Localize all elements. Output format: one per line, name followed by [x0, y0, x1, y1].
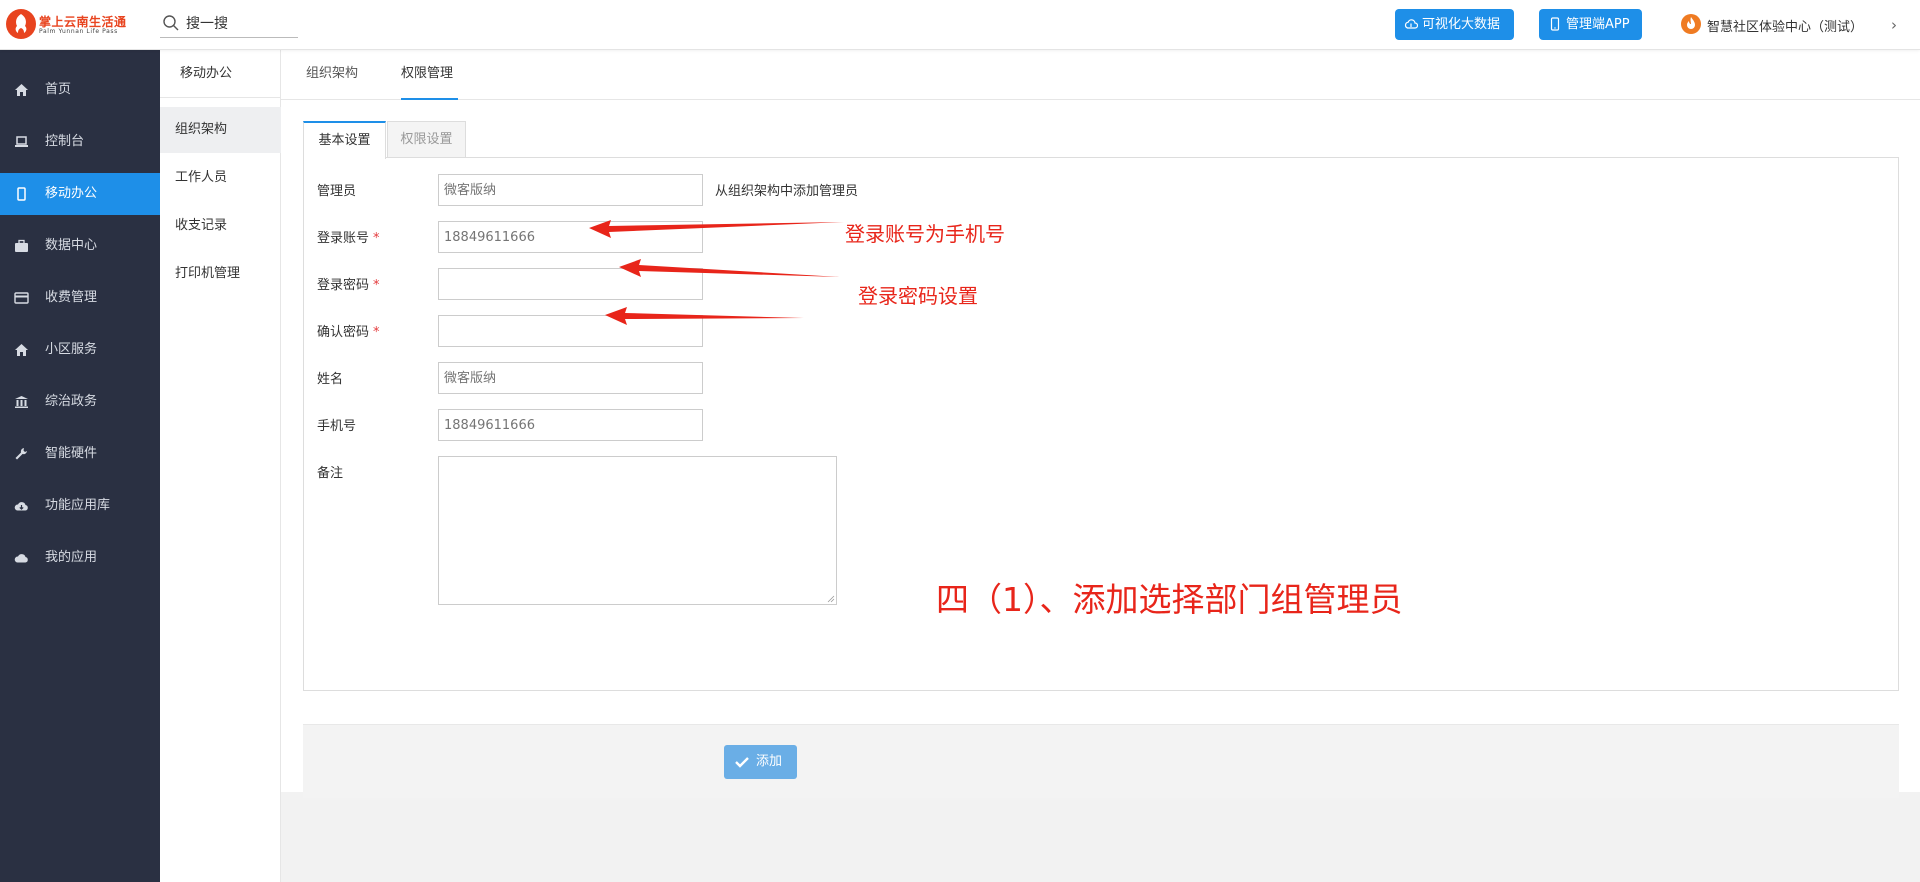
logo-subtitle: Palm Yunnan Life Pass — [39, 28, 118, 35]
confirm-password-label: 确认密码 * — [317, 321, 380, 340]
confirm-password-label-text: 确认密码 — [317, 325, 370, 340]
required-mark: * — [373, 278, 380, 293]
sidebar-item-data-center[interactable]: 数据中心 — [0, 225, 160, 267]
add-button[interactable]: 添加 — [724, 745, 797, 779]
admin-app-button[interactable]: 管理端APP — [1539, 9, 1642, 40]
annotation-arrows — [589, 220, 844, 325]
remark-textarea[interactable] — [438, 456, 837, 605]
sidebar-item-community-service[interactable]: 小区服务 — [0, 329, 160, 371]
sidebar-item-billing[interactable]: 收费管理 — [0, 277, 160, 319]
wrench-icon — [15, 448, 27, 460]
sidebar-item-label: 首页 — [45, 82, 72, 97]
resize-grip-icon[interactable] — [827, 595, 835, 603]
chevron-right-icon: › — [1891, 16, 1897, 34]
remark-label: 备注 — [317, 466, 344, 481]
search-box[interactable]: 搜一搜 — [160, 10, 298, 38]
bank-icon — [15, 396, 28, 408]
add-button-label: 添加 — [756, 754, 783, 769]
tab-permission-settings[interactable]: 权限设置 — [387, 121, 466, 158]
annotation-step-title: 四（1）、添加选择部门组管理员 — [936, 580, 1403, 619]
admin-hint: 从组织架构中添加管理员 — [715, 184, 859, 199]
sidebar-item-label: 移动办公 — [45, 186, 98, 201]
search-label: 搜一搜 — [186, 16, 228, 32]
subnav-item-finance[interactable]: 收支记录 — [160, 203, 281, 249]
briefcase-icon — [15, 239, 28, 252]
subnav-item-printer[interactable]: 打印机管理 — [160, 251, 281, 297]
home-icon — [15, 344, 28, 356]
annotation-account-note: 登录账号为手机号 — [845, 222, 1005, 246]
tab-org-structure[interactable]: 组织架构 — [306, 50, 366, 100]
logo-elephant-icon — [6, 9, 36, 39]
home-icon — [15, 84, 28, 96]
search-icon — [163, 15, 179, 31]
sidebar-item-console[interactable]: 控制台 — [0, 121, 160, 163]
sidebar-item-governance[interactable]: 综治政务 — [0, 381, 160, 423]
cloud-icon — [1404, 19, 1418, 29]
tab-permission-management[interactable]: 权限管理 — [401, 50, 458, 100]
annotation-password-note: 登录密码设置 — [858, 284, 978, 308]
laptop-icon — [15, 136, 28, 147]
phone-label: 手机号 — [317, 419, 357, 434]
account-label-text: 登录账号 — [317, 231, 370, 246]
sidebar-item-smart-hardware[interactable]: 智能硬件 — [0, 433, 160, 475]
required-mark: * — [373, 325, 380, 340]
subnav-item-staff[interactable]: 工作人员 — [160, 155, 281, 201]
sidebar-item-app-library[interactable]: 功能应用库 — [0, 485, 160, 527]
sidebar-item-label: 综治政务 — [45, 394, 98, 409]
arrow-password-icon — [619, 259, 840, 277]
required-mark: * — [373, 231, 380, 246]
cloud-icon — [14, 554, 28, 563]
main-content: 组织架构 权限管理 基本设置 权限设置 管理员 从组织架构中添加管理员 登录账号… — [281, 50, 1920, 882]
tab-basic-settings[interactable]: 基本设置 — [303, 121, 386, 159]
admin-app-button-label: 管理端APP — [1566, 17, 1630, 32]
form-action-bar: 添加 — [303, 724, 1899, 798]
sub-navigation: 移动办公 组织架构 工作人员 收支记录 打印机管理 — [160, 50, 281, 882]
sidebar-item-label: 控制台 — [45, 134, 85, 149]
admin-form: 管理员 从组织架构中添加管理员 登录账号* 登录密码* 确认密码* 姓名 — [303, 157, 1899, 691]
phone-input[interactable] — [438, 409, 703, 441]
flame-icon — [1681, 14, 1701, 34]
admin-label: 管理员 — [317, 184, 357, 199]
cloud-download-icon — [14, 502, 28, 511]
sidebar-item-label: 功能应用库 — [45, 498, 111, 513]
password-label: 登录密码 * — [317, 274, 380, 293]
app-logo[interactable]: 掌上云南生活通 Palm Yunnan Life Pass — [6, 9, 146, 41]
sidebar-item-mobile-office[interactable]: 移动办公 — [0, 173, 160, 215]
sidebar-item-home[interactable]: 首页 — [0, 69, 160, 111]
sidebar-item-label: 智能硬件 — [45, 446, 98, 461]
sidebar-item-label: 数据中心 — [45, 238, 98, 253]
arrow-confirm-icon — [605, 307, 804, 325]
content-card: 组织架构 权限管理 基本设置 权限设置 管理员 从组织架构中添加管理员 登录账号… — [281, 50, 1920, 798]
mobile-icon — [17, 187, 26, 201]
site-name: 智慧社区体验中心（测试） — [1707, 20, 1864, 35]
name-label: 姓名 — [317, 372, 344, 387]
check-icon — [735, 757, 749, 768]
sidebar: 首页 控制台 移动办公 数据中心 收费管理 小区服务 综治政务 智能硬件 功能应… — [0, 50, 160, 882]
sidebar-item-label: 收费管理 — [45, 290, 98, 305]
top-bar: 掌上云南生活通 Palm Yunnan Life Pass 搜一搜 可视化大数据… — [0, 0, 1920, 50]
mobile-icon — [1550, 17, 1560, 31]
bigdata-button[interactable]: 可视化大数据 — [1395, 9, 1514, 40]
bigdata-button-label: 可视化大数据 — [1422, 17, 1501, 32]
account-label: 登录账号 * — [317, 227, 380, 246]
sidebar-item-label: 小区服务 — [45, 342, 98, 357]
sidebar-item-label: 我的应用 — [45, 550, 98, 565]
admin-input[interactable] — [438, 174, 703, 206]
top-tabs: 组织架构 权限管理 — [281, 50, 1920, 100]
credit-card-icon — [14, 292, 29, 304]
sidebar-item-my-apps[interactable]: 我的应用 — [0, 537, 160, 579]
subnav-title: 移动办公 — [160, 50, 281, 98]
subnav-item-org[interactable]: 组织架构 — [160, 107, 281, 153]
password-label-text: 登录密码 — [317, 278, 370, 293]
arrow-account-icon — [589, 220, 844, 238]
